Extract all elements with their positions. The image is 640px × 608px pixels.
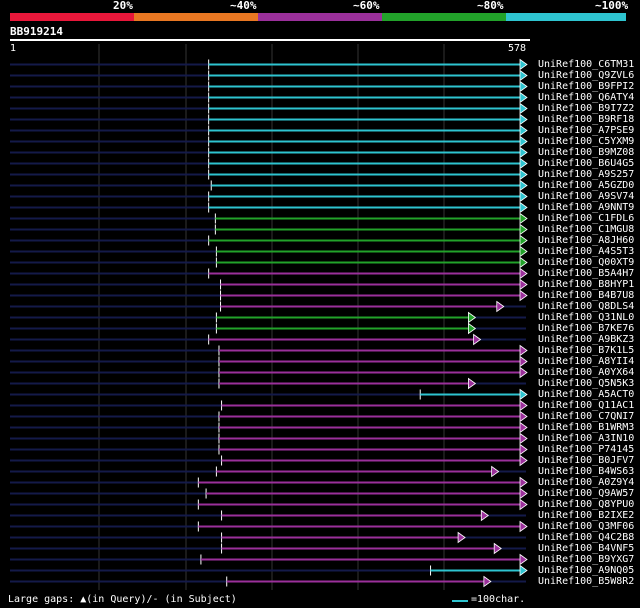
hit-end-arrow [519,498,528,511]
hit-end-arrow [519,190,528,203]
hit-end-arrow [473,333,482,346]
hit-label[interactable]: UniRef100_A9BKZ3 [538,334,634,345]
hit-label[interactable]: UniRef100_Q9AW57 [538,488,634,499]
hit-end-arrow [491,465,500,478]
hit-end-arrow [483,575,492,588]
hit-end-arrow [519,432,528,445]
hit-label[interactable]: UniRef100_A0Z9Y4 [538,477,634,488]
hit-end-arrow [519,245,528,258]
hit-end-arrow [519,344,528,357]
hit-label[interactable]: UniRef100_A8YII4 [538,356,634,367]
hit-label[interactable]: UniRef100_B7KE76 [538,323,634,334]
hit-label[interactable]: UniRef100_Q3MF06 [538,521,634,532]
hit-label[interactable]: UniRef100_A5GZD0 [538,180,634,191]
hit-label[interactable]: UniRef100_A9SV74 [538,191,634,202]
hit-end-arrow [519,91,528,104]
hit-end-arrow [519,58,528,71]
hit-end-arrow [467,311,477,324]
hit-label[interactable]: UniRef100_C1FDL6 [538,213,634,224]
hit-label[interactable]: UniRef100_B9FPI2 [538,81,634,92]
hit-label[interactable]: UniRef100_B4WS63 [538,466,634,477]
hit-end-arrow [496,300,505,313]
hit-end-arrow [519,421,528,434]
gap-legend-text: Large gaps: ▲(in Query)/- (in Subject) [8,594,237,605]
hit-label[interactable]: UniRef100_Q8YPU0 [538,499,634,510]
hit-label[interactable]: UniRef100_B5A4H7 [538,268,634,279]
hit-end-arrow [480,509,489,522]
hit-label[interactable]: UniRef100_Q6ATY4 [538,92,634,103]
hit-label[interactable]: UniRef100_B5W8R2 [538,576,634,587]
hit-label[interactable]: UniRef100_Q11AC1 [538,400,634,411]
hit-label[interactable]: UniRef100_C6TM31 [538,59,634,70]
hit-label[interactable]: UniRef100_C5YXM9 [538,136,634,147]
hit-end-arrow [519,289,528,302]
hit-end-arrow [519,201,528,214]
hit-label[interactable]: UniRef100_Q4C2B8 [538,532,634,543]
hit-label[interactable]: UniRef100_Q9ZVL6 [538,70,634,81]
hit-end-arrow [519,410,528,423]
hit-end-arrow [519,399,528,412]
hit-label[interactable]: UniRef100_B4VNF5 [538,543,634,554]
hit-label[interactable]: UniRef100_A3IN10 [538,433,634,444]
hit-label[interactable]: UniRef100_B9YXG7 [538,554,634,565]
hit-end-arrow [457,531,466,544]
hit-label[interactable]: UniRef100_Q8DLS4 [538,301,634,312]
hit-label[interactable]: UniRef100_A5ACT0 [538,389,634,400]
hit-end-arrow [519,234,528,247]
hit-label[interactable]: UniRef100_A0YX64 [538,367,634,378]
hit-end-arrow [519,553,528,566]
hit-label[interactable]: UniRef100_A7PSE9 [538,125,634,136]
hit-end-arrow [519,564,528,577]
hit-end-arrow [519,256,528,269]
hit-label[interactable]: UniRef100_C1MGU8 [538,224,634,235]
hit-label[interactable]: UniRef100_Q31NL0 [538,312,634,323]
hit-end-arrow [519,223,528,236]
hit-end-arrow [519,267,528,280]
hit-end-arrow [519,102,528,115]
hit-label[interactable]: UniRef100_A4S5T3 [538,246,634,257]
hit-end-arrow [519,487,528,500]
hit-label[interactable]: UniRef100_B9MZ08 [538,147,634,158]
hit-label[interactable]: UniRef100_B9I7Z2 [538,103,634,114]
hit-end-arrow [519,146,528,159]
hit-end-arrow [519,355,528,368]
hit-label[interactable]: UniRef100_A9NQ05 [538,565,634,576]
hit-label[interactable]: UniRef100_Q5N5K3 [538,378,634,389]
hit-label[interactable]: UniRef100_Q00XT9 [538,257,634,268]
scale-key-text: =100char. [471,594,526,605]
hit-label[interactable]: UniRef100_B7K1L5 [538,345,634,356]
hit-end-arrow [467,377,477,390]
hit-end-arrow [519,520,528,533]
hit-end-arrow [519,168,528,181]
hit-label[interactable]: UniRef100_B2IXE2 [538,510,634,521]
hit-end-arrow [519,135,528,148]
hit-end-arrow [519,80,528,93]
hit-label[interactable]: UniRef100_P74145 [538,444,634,455]
hit-label[interactable]: UniRef100_B9RF18 [538,114,634,125]
hit-label[interactable]: UniRef100_B1WRM3 [538,422,634,433]
hit-end-arrow [519,454,528,467]
hit-end-arrow [519,278,528,291]
hit-end-arrow [519,157,528,170]
hit-label[interactable]: UniRef100_B0JFV7 [538,455,634,466]
hit-label[interactable]: UniRef100_A9NNT9 [538,202,634,213]
hit-label[interactable]: UniRef100_B8HYP1 [538,279,634,290]
hit-end-arrow [519,113,528,126]
hit-end-arrow [519,476,528,489]
hit-end-arrow [467,322,477,335]
hit-end-arrow [519,443,528,456]
hit-label[interactable]: UniRef100_B4B7U8 [538,290,634,301]
hit-end-arrow [493,542,502,555]
hit-end-arrow [519,69,528,82]
hit-label[interactable]: UniRef100_A8JH60 [538,235,634,246]
hit-end-arrow [519,179,528,192]
hit-end-arrow [519,212,528,225]
hit-label[interactable]: UniRef100_B6U4G5 [538,158,634,169]
hit-label[interactable]: UniRef100_C7QNI7 [538,411,634,422]
hit-end-arrow [519,124,528,137]
hit-end-arrow [519,366,528,379]
hit-label[interactable]: UniRef100_A9S257 [538,169,634,180]
hit-end-arrow [519,388,528,401]
scale-key-bar [452,600,468,602]
